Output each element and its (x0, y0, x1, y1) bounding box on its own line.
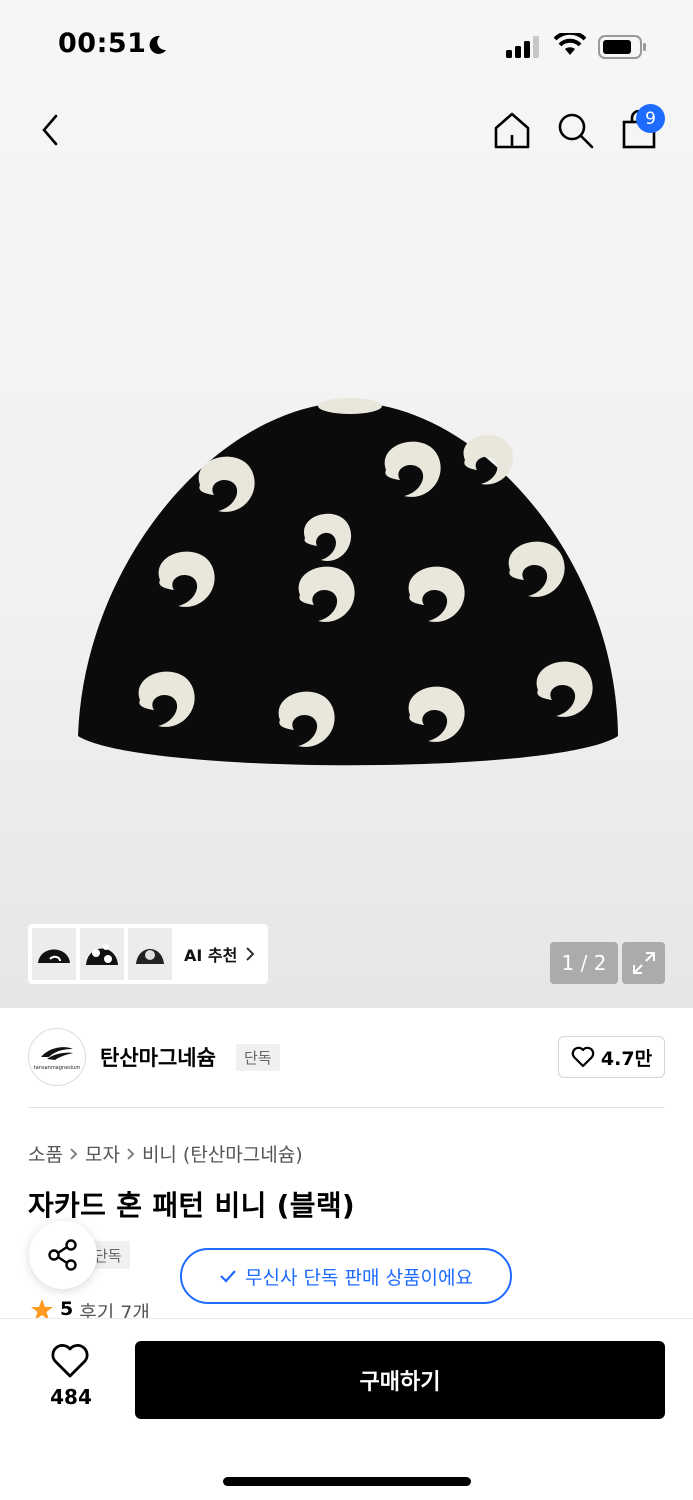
back-button[interactable] (28, 108, 72, 152)
heart-icon[interactable] (50, 1343, 90, 1379)
brand-logo-mark (41, 1047, 73, 1060)
share-button[interactable] (29, 1221, 97, 1289)
chevron-right-icon (126, 1146, 136, 1162)
wifi-icon (554, 33, 586, 55)
chevron-left-icon (42, 114, 58, 146)
status-bar: 00:51 (0, 0, 693, 90)
expand-icon (632, 952, 655, 974)
search-icon (558, 113, 594, 149)
ai-recommend-button[interactable]: AI 추천 (28, 924, 268, 984)
rating-value: 5 (60, 1298, 74, 1320)
share-icon (48, 1239, 77, 1271)
breadcrumb: 소품 모자 비니 (탄산마그네슘) (28, 1140, 303, 1167)
signal-icon (506, 36, 539, 58)
buy-button[interactable]: 구매하기 (135, 1341, 665, 1419)
brand-logo-text: tansanmagnesium (33, 1065, 81, 1071)
star-icon (31, 1299, 53, 1320)
home-button[interactable] (490, 108, 534, 152)
brand-like-count: 4.7만 (600, 1047, 653, 1070)
breadcrumb-item[interactable]: 소품 (28, 1140, 63, 1167)
ai-thumbnail (80, 928, 124, 980)
breadcrumb-item[interactable]: 비니 (탄산마그네슘) (142, 1140, 303, 1167)
product-image (78, 398, 618, 766)
exclusive-notice-text: 무신사 단독 판매 상품이에요 (245, 1266, 473, 1289)
search-button[interactable] (553, 108, 597, 152)
ai-thumbnail (32, 928, 76, 980)
heart-icon (571, 1046, 595, 1068)
breadcrumb-item[interactable]: 모자 (85, 1140, 120, 1167)
product-title: 자카드 혼 패턴 비니 (블랙) (28, 1189, 355, 1222)
review-count: 후기 7개 (79, 1302, 150, 1320)
brand-row: tansanmagnesium 탄산마그네슘 단독 4.7만 (28, 1028, 665, 1086)
ai-recommend-label: AI 추천 (184, 946, 238, 965)
brand-exclusive-tag: 단독 (236, 1044, 280, 1071)
ai-thumbnail (128, 928, 172, 980)
home-icon (494, 112, 530, 149)
moon-icon (149, 35, 166, 54)
top-nav (0, 90, 693, 170)
brand-logo[interactable]: tansanmagnesium (28, 1028, 86, 1086)
status-time: 00:51 (58, 28, 147, 59)
home-indicator (223, 1477, 471, 1486)
exclusive-notice-pill: 무신사 단독 판매 상품이에요 (180, 1248, 512, 1304)
chevron-right-icon (246, 947, 255, 961)
chevron-right-icon (69, 1146, 79, 1162)
battery-icon (598, 35, 646, 59)
bottom-purchase-bar: 484 구매하기 (0, 1318, 693, 1500)
image-page-indicator: 1 / 2 (550, 942, 618, 984)
wish-count: 484 (50, 1385, 92, 1409)
rating-row[interactable]: 5 후기 7개 (30, 1298, 150, 1320)
cart-count-badge: 9 (636, 104, 665, 133)
divider (28, 1107, 665, 1108)
check-icon (220, 1270, 236, 1283)
brand-like-button[interactable]: 4.7만 (558, 1036, 665, 1078)
brand-name[interactable]: 탄산마그네슘 (100, 1042, 216, 1072)
expand-image-button[interactable] (622, 942, 665, 984)
